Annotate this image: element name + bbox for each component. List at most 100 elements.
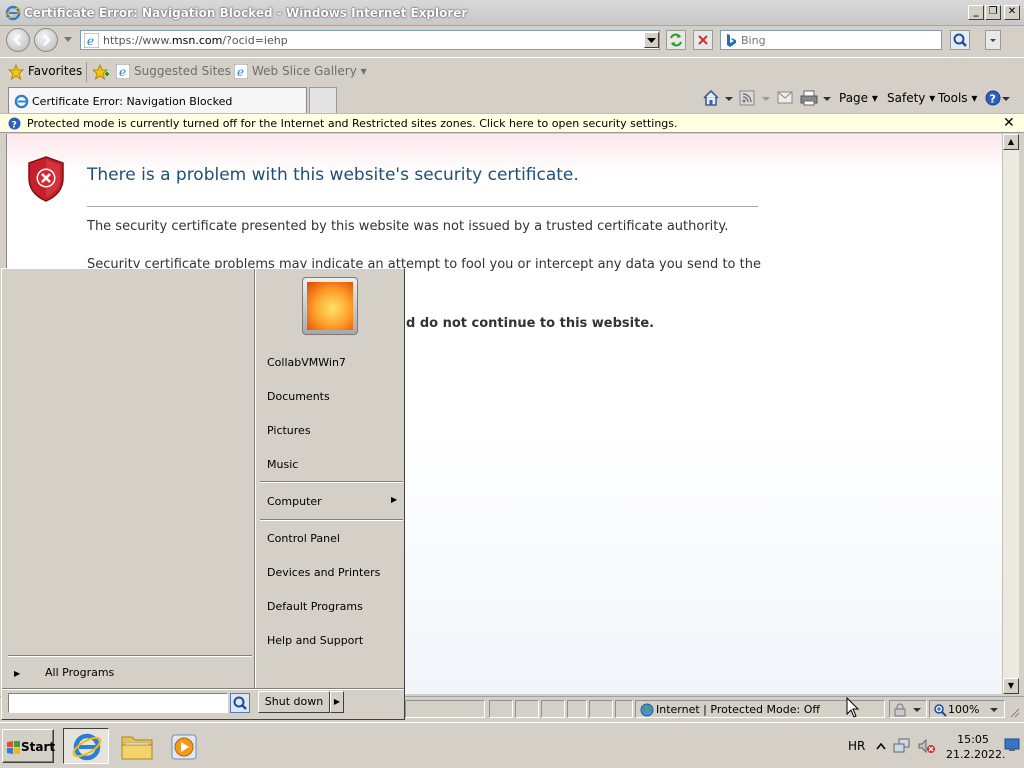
security-zone-text: Internet | Protected Mode: Off (656, 703, 820, 716)
minimize-button[interactable]: _ (968, 5, 984, 20)
address-dropdown-button[interactable] (644, 32, 659, 48)
all-programs-button[interactable]: All Programs (45, 666, 114, 679)
start-item-documents[interactable]: Documents (267, 390, 330, 403)
vertical-scrollbar[interactable]: ▲ ▼ (1002, 134, 1019, 694)
start-menu-separator (260, 481, 403, 483)
mail-icon[interactable] (777, 91, 793, 104)
add-to-favorites-icon[interactable] (92, 64, 110, 80)
start-search-button[interactable] (230, 693, 250, 713)
status-cell (515, 700, 539, 718)
chevron-down-icon (990, 39, 996, 42)
taskbar-media-player[interactable] (162, 728, 208, 764)
safety-menu[interactable]: Safety ▾ (887, 91, 935, 105)
pane-divider (254, 269, 256, 689)
zoom-dropdown-icon[interactable] (990, 708, 998, 713)
recent-pages-dropdown-icon[interactable] (64, 37, 72, 43)
chevron-down-icon[interactable] (913, 708, 921, 713)
volume-muted-icon[interactable] (918, 738, 936, 754)
refresh-button[interactable] (666, 30, 686, 50)
web-slice-icon: e (234, 64, 248, 79)
back-arrow-icon (13, 34, 21, 46)
start-button[interactable]: Start (2, 729, 55, 763)
user-picture (307, 282, 353, 330)
favorites-button[interactable]: Favorites (28, 64, 82, 78)
show-desktop-icon[interactable] (1004, 737, 1020, 753)
stop-button[interactable] (693, 30, 713, 50)
tab-certificate-error[interactable]: Certificate Error: Navigation Blocked (8, 87, 307, 113)
status-cell (541, 700, 565, 718)
page-menu[interactable]: Page ▾ (839, 91, 878, 105)
info-bar-close-button[interactable]: ✕ (1003, 115, 1015, 131)
web-slice-gallery-link[interactable]: Web Slice Gallery ▾ (252, 64, 367, 78)
print-icon[interactable] (800, 90, 818, 106)
svg-text:?: ? (12, 121, 17, 131)
page-e-icon (14, 94, 29, 109)
language-indicator[interactable]: HR (848, 739, 865, 753)
start-item-help-support[interactable]: Help and Support (267, 634, 363, 647)
suggested-sites-link[interactable]: Suggested Sites ▾ (134, 64, 241, 78)
favorites-separator (86, 62, 87, 82)
home-dropdown-icon[interactable] (725, 97, 733, 102)
feeds-icon[interactable] (739, 90, 755, 106)
suggested-sites-icon: e (116, 64, 130, 79)
help-icon[interactable]: ? (985, 90, 1001, 106)
new-tab-button[interactable] (309, 87, 337, 113)
taskbar-windows-explorer[interactable] (114, 728, 160, 764)
status-cell (489, 700, 513, 718)
media-player-icon (171, 734, 197, 760)
start-menu-bottom-separator (2, 688, 404, 690)
home-icon[interactable] (702, 89, 720, 107)
start-item-control-panel[interactable]: Control Panel (267, 532, 340, 545)
maximize-button[interactable]: ❐ (985, 5, 1001, 20)
taskbar: Start HR 15:05 21.2.2022. (0, 722, 1024, 768)
back-button[interactable] (6, 28, 30, 52)
protected-mode-info-bar[interactable]: ? Protected mode is currently turned off… (0, 113, 1024, 133)
status-cell (567, 700, 587, 718)
start-item-devices-printers[interactable]: Devices and Printers (267, 566, 380, 579)
chevron-down-icon (647, 38, 656, 43)
shut-down-options-button[interactable]: ▶ (330, 691, 344, 713)
search-box[interactable] (720, 30, 942, 50)
show-hidden-icons-icon[interactable] (876, 742, 886, 750)
status-cell (615, 700, 633, 718)
lock-settings-icon (894, 703, 906, 717)
search-options-button[interactable] (985, 30, 1001, 50)
taskbar-internet-explorer[interactable] (63, 728, 109, 764)
print-dropdown-icon[interactable] (823, 97, 831, 102)
certificate-explanation: The security certificate presented by th… (87, 219, 729, 234)
network-icon[interactable] (893, 738, 911, 754)
start-search-input[interactable] (8, 693, 228, 713)
shut-down-button[interactable]: Shut down (258, 691, 330, 713)
clock-date: 21.2.2022. (946, 748, 1006, 761)
close-window-button[interactable]: ✕ (1004, 5, 1020, 20)
start-menu: ▶ All Programs CollabVMWin7 Documents Pi… (1, 268, 405, 720)
start-item-music[interactable]: Music (267, 458, 298, 471)
stop-x-icon (698, 35, 708, 45)
forward-button[interactable] (34, 28, 58, 52)
search-button[interactable] (950, 30, 970, 50)
page-e-icon: e (84, 33, 99, 48)
info-bar-text: Protected mode is currently turned off f… (27, 117, 678, 130)
help-dropdown-icon[interactable] (1002, 97, 1010, 102)
scroll-up-button[interactable]: ▲ (1003, 134, 1019, 150)
tools-menu[interactable]: Tools ▾ (938, 91, 977, 105)
start-item-user-folder[interactable]: CollabVMWin7 (267, 356, 346, 369)
svg-text:e: e (119, 65, 126, 79)
scroll-down-button[interactable]: ▼ (1003, 678, 1019, 694)
window-title: Certificate Error: Navigation Blocked - … (24, 6, 468, 20)
favorites-star-icon (8, 64, 24, 80)
user-avatar[interactable] (302, 277, 358, 335)
start-item-pictures[interactable]: Pictures (267, 424, 311, 437)
forward-arrow-icon (43, 34, 51, 46)
clock[interactable]: 15:05 21.2.2022. (946, 732, 1006, 762)
search-input[interactable] (741, 33, 936, 48)
address-input[interactable]: e https://www.msn.com/?ocid=iehp (80, 30, 660, 50)
start-item-computer[interactable]: Computer (267, 495, 322, 508)
heading-divider (87, 206, 758, 207)
windows-flag-icon (7, 741, 20, 754)
feeds-dropdown-icon[interactable] (762, 97, 770, 102)
internet-explorer-icon (5, 5, 21, 21)
resize-grip-icon[interactable] (1008, 706, 1020, 718)
start-item-default-programs[interactable]: Default Programs (267, 600, 363, 613)
programs-separator (8, 655, 252, 657)
